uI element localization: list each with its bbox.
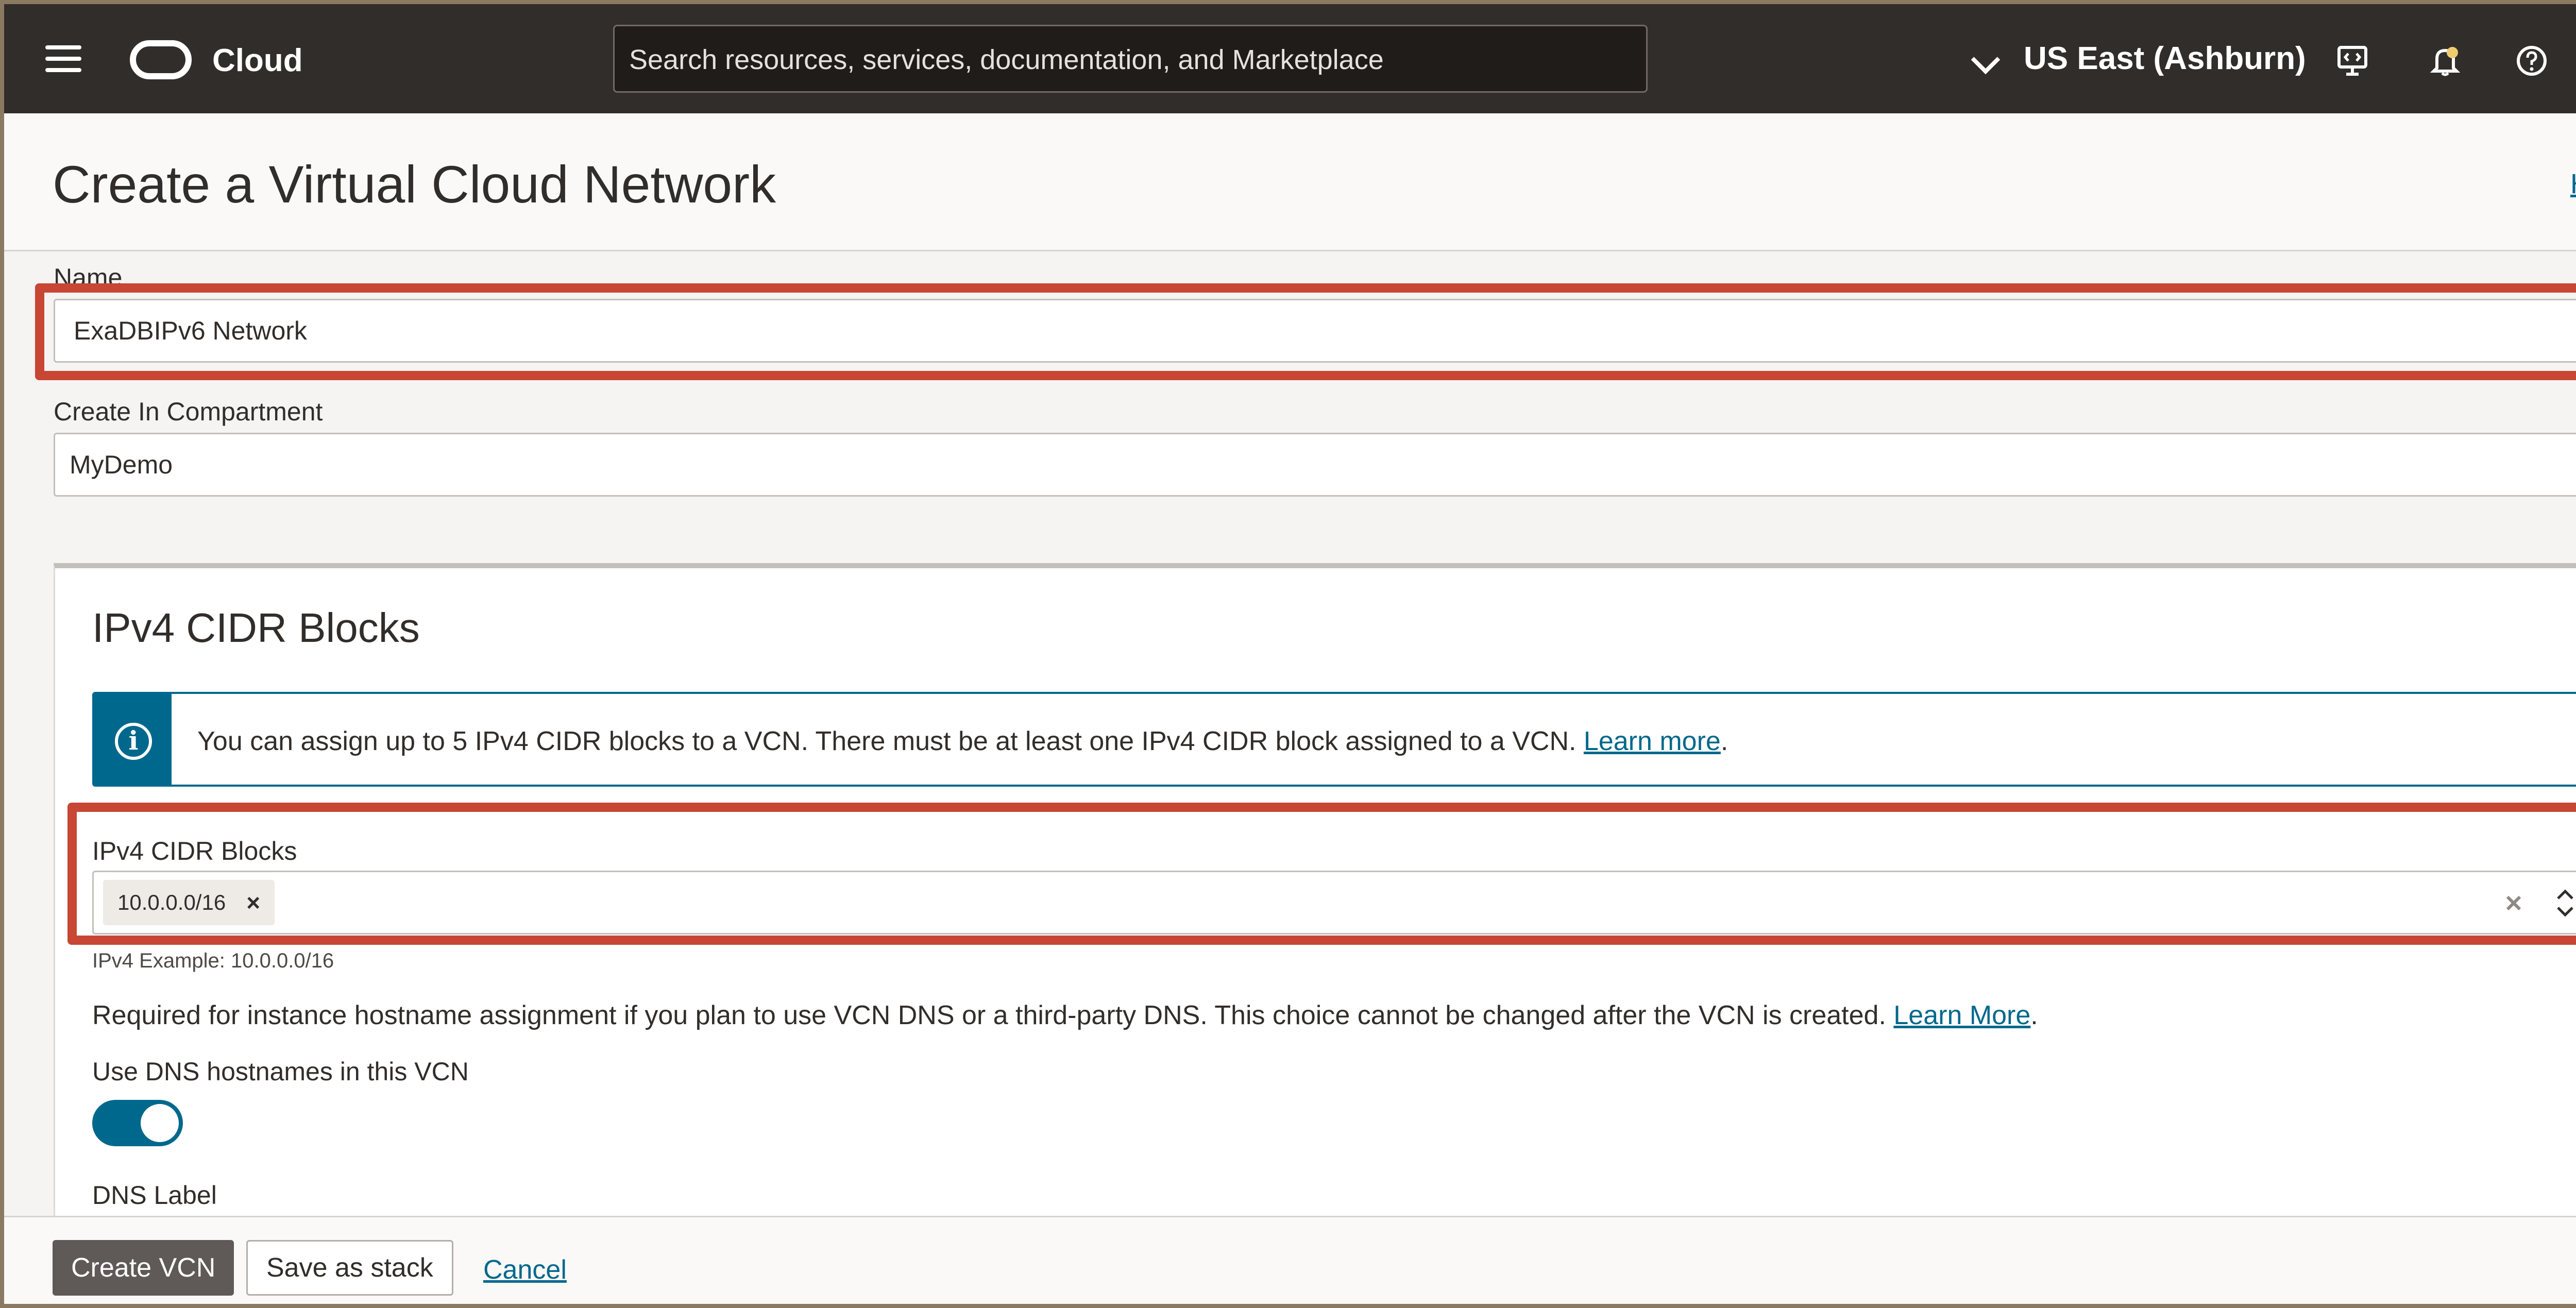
page-title: Create a Virtual Cloud Network: [53, 155, 776, 214]
notifications-bell-icon[interactable]: [2429, 44, 2462, 77]
top-navigation-bar: Cloud Search resources, services, docume…: [4, 4, 2576, 113]
info-period: .: [1720, 726, 1728, 756]
form-footer: Create VCN Save as stack Cancel: [4, 1216, 2576, 1304]
learn-more-link[interactable]: Learn more: [1584, 726, 1721, 756]
create-vcn-button[interactable]: Create VCN: [53, 1240, 234, 1296]
help-link[interactable]: Help: [2570, 168, 2576, 200]
search-input[interactable]: Search resources, services, documentatio…: [613, 25, 1648, 93]
info-text: You can assign up to 5 IPv4 CIDR blocks …: [197, 726, 1728, 757]
hamburger-menu-icon[interactable]: [45, 45, 81, 72]
name-field-highlight: [35, 283, 2576, 380]
cidr-field-highlight: [67, 803, 2576, 945]
oracle-logo-icon[interactable]: [130, 40, 192, 79]
region-selector[interactable]: US East (Ashburn): [2024, 40, 2306, 77]
compartment-label: Create In Compartment: [54, 397, 323, 426]
info-message: i You can assign up to 5 IPv4 CIDR block…: [92, 692, 2576, 787]
compartment-value: MyDemo: [70, 450, 173, 479]
dns-description-text: Required for instance hostname assignmen…: [92, 1000, 1886, 1030]
brand-name[interactable]: Cloud: [212, 42, 303, 79]
browser-frame: Cloud Search resources, services, docume…: [4, 4, 2576, 1304]
cidr-example: IPv4 Example: 10.0.0.0/16: [92, 949, 334, 972]
info-sidebar: i: [94, 694, 172, 785]
dns-label-label: DNS Label: [92, 1181, 217, 1210]
save-as-stack-button[interactable]: Save as stack: [246, 1240, 453, 1296]
info-icon: i: [115, 723, 152, 760]
panel-title: IPv4 CIDR Blocks: [92, 605, 420, 651]
ipv4-cidr-panel: IPv4 CIDR Blocks i You can assign up to …: [54, 563, 2576, 1216]
page-header: Create a Virtual Cloud Network Help: [4, 113, 2576, 251]
form-content[interactable]: Name ExaDBIPv6 Network Create In Compart…: [4, 251, 2576, 1216]
toggle-knob: [141, 1104, 179, 1142]
info-body: You can assign up to 5 IPv4 CIDR blocks …: [197, 726, 1577, 756]
dns-description: Required for instance hostname assignmen…: [92, 1000, 2038, 1031]
dns-toggle-label: Use DNS hostnames in this VCN: [92, 1057, 469, 1086]
compartment-select[interactable]: MyDemo: [54, 433, 2576, 497]
help-circle-icon[interactable]: [2515, 44, 2548, 77]
dns-period: .: [2030, 1000, 2038, 1030]
dns-learn-more-link[interactable]: Learn More: [1893, 1000, 2030, 1030]
chevron-down-icon[interactable]: [1971, 45, 2001, 75]
cancel-link[interactable]: Cancel: [483, 1254, 567, 1285]
cloud-shell-icon[interactable]: [2336, 44, 2369, 77]
dns-hostnames-toggle[interactable]: [92, 1100, 183, 1146]
